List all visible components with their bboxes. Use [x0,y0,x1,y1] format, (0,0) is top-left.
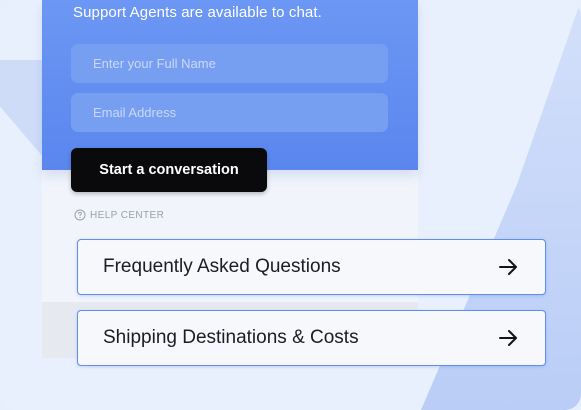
question-circle-icon [74,209,86,221]
arrow-right-icon [499,259,517,275]
email-placeholder: Email Address [93,105,177,120]
start-conversation-button[interactable]: Start a conversation [71,148,267,192]
help-center-heading: HELP CENTER [74,209,164,221]
header-subtitle: Support Agents are available to chat. [73,4,322,21]
faq-link[interactable]: Frequently Asked Questions [77,239,546,295]
widget-header: Support Agents are available to chat. En… [42,0,418,170]
shipping-link[interactable]: Shipping Destinations & Costs [77,310,546,366]
full-name-placeholder: Enter your Full Name [93,56,216,71]
full-name-field[interactable]: Enter your Full Name [71,44,388,83]
email-field[interactable]: Email Address [71,93,388,132]
faq-link-label: Frequently Asked Questions [103,256,341,277]
arrow-right-icon [499,330,517,346]
chat-widget: Support Agents are available to chat. En… [42,0,418,358]
help-center-label: HELP CENTER [90,209,165,221]
shipping-link-label: Shipping Destinations & Costs [103,327,359,348]
